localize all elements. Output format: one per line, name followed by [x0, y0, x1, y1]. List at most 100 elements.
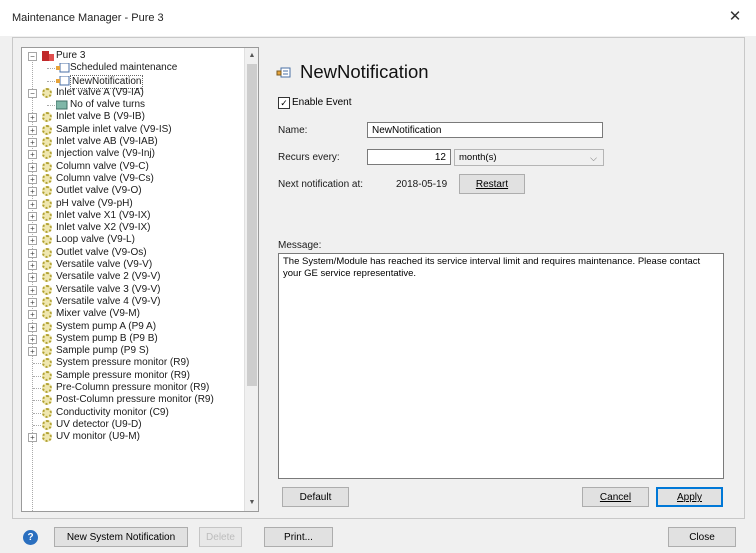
tree-item[interactable]: + System pump B (P9 B) — [22, 333, 244, 345]
tree-item[interactable]: + Loop valve (V9-L) — [22, 234, 244, 246]
print-button[interactable]: Print... — [264, 527, 333, 547]
expand-icon[interactable]: + — [28, 162, 37, 172]
expand-icon[interactable]: + — [28, 211, 37, 221]
recurs-unit-value: month(s) — [459, 152, 497, 163]
tree-item[interactable]: Sample pressure monitor (R9) — [22, 370, 244, 382]
tree-item-label: Inlet valve X1 (V9-IX) — [56, 209, 151, 221]
tree-item[interactable]: + Mixer valve (V9-M) — [22, 308, 244, 320]
tree-item[interactable]: + Outlet valve (V9-Os) — [22, 247, 244, 259]
tree-item[interactable]: + System pump A (P9 A) — [22, 321, 244, 333]
expand-icon[interactable]: + — [28, 310, 37, 320]
expand-icon[interactable]: + — [28, 224, 37, 234]
tree-item[interactable]: + Outlet valve (V9-O) — [22, 185, 244, 197]
gear-icon — [42, 235, 52, 246]
gear-icon — [42, 210, 52, 221]
gear-icon — [42, 321, 52, 332]
tree-item[interactable]: + Versatile valve 4 (V9-V) — [22, 296, 244, 308]
tree-item[interactable]: UV detector (U9-D) — [22, 419, 244, 431]
expand-icon[interactable]: + — [28, 138, 37, 148]
expand-icon[interactable]: + — [28, 347, 37, 357]
tree-item-label: Sample pressure monitor (R9) — [56, 369, 190, 381]
expand-icon[interactable]: + — [28, 334, 37, 344]
tree-scrollbar[interactable]: ▲ ▼ — [244, 48, 258, 511]
tree-item[interactable]: + Versatile valve 2 (V9-V) — [22, 271, 244, 283]
tree-item-label: Inlet valve AB (V9-IAB) — [56, 136, 158, 148]
expand-icon[interactable]: + — [28, 150, 37, 160]
tree-item[interactable]: + Versatile valve (V9-V) — [22, 259, 244, 271]
tree-item-label: Mixer valve (V9-M) — [56, 308, 140, 320]
tree-item[interactable]: + Inlet valve AB (V9-IAB) — [22, 136, 244, 148]
tree-item[interactable]: Conductivity monitor (C9) — [22, 407, 244, 419]
tree-item[interactable]: + UV monitor (U9-M) — [22, 431, 244, 443]
expand-icon[interactable]: + — [28, 433, 37, 443]
close-button[interactable]: Close — [668, 527, 736, 547]
tree-connector — [47, 68, 55, 70]
tree-item-label: System pump B (P9 B) — [56, 332, 158, 344]
tree-item[interactable]: + Column valve (V9-C) — [22, 161, 244, 173]
delete-label: Delete — [206, 532, 235, 543]
cancel-button[interactable]: Cancel — [582, 487, 649, 507]
message-label: Message: — [278, 240, 322, 251]
expand-icon[interactable]: + — [28, 248, 37, 258]
scroll-up-arrow-icon[interactable]: ▲ — [245, 50, 258, 62]
apply-button[interactable]: Apply — [656, 487, 723, 507]
tree-item[interactable]: + Versatile valve 3 (V9-V) — [22, 284, 244, 296]
close-window-button[interactable]: ✕ — [724, 6, 746, 28]
component-tree[interactable]: − Pure 3 Scheduled maintenance NewNotificat… — [21, 47, 259, 512]
expand-icon[interactable]: + — [28, 187, 37, 197]
tree-item[interactable]: + Inlet valve X1 (V9-IX) — [22, 210, 244, 222]
expand-icon[interactable]: + — [28, 297, 37, 307]
details-panel: NewNotification ✓ Enable Event Name: New… — [264, 47, 739, 512]
tree-item[interactable]: No of valve turns — [22, 99, 244, 111]
message-textarea[interactable]: The System/Module has reached its servic… — [278, 253, 724, 479]
expand-icon[interactable]: + — [28, 236, 37, 246]
tree-item[interactable]: + Column valve (V9-Cs) — [22, 173, 244, 185]
tree-item[interactable]: + Inlet valve X2 (V9-IX) — [22, 222, 244, 234]
scroll-thumb[interactable] — [247, 64, 257, 386]
tree-item[interactable]: Scheduled maintenance — [22, 62, 244, 74]
tree-item[interactable]: − Pure 3 — [22, 50, 244, 62]
gear-icon — [42, 161, 52, 172]
expand-icon[interactable]: + — [28, 199, 37, 209]
tree-item[interactable]: − Inlet valve A (V9-IA) — [22, 87, 244, 99]
tree-item[interactable]: + Sample pump (P9 S) — [22, 345, 244, 357]
restart-button[interactable]: Restart — [459, 174, 525, 194]
tree-item[interactable]: + Sample inlet valve (V9-IS) — [22, 124, 244, 136]
collapse-icon[interactable]: − — [28, 88, 37, 98]
tree-item-label: Versatile valve (V9-V) — [56, 259, 153, 271]
default-button[interactable]: Default — [282, 487, 349, 507]
collapse-icon[interactable]: − — [28, 52, 37, 61]
expand-icon[interactable]: + — [28, 113, 37, 123]
scroll-down-arrow-icon[interactable]: ▼ — [245, 497, 258, 509]
restart-label: Restart — [475, 179, 509, 190]
gear-icon — [42, 370, 52, 381]
delete-button[interactable]: Delete — [199, 527, 242, 547]
tree-item-label: Column valve (V9-Cs) — [56, 172, 154, 184]
expand-icon[interactable]: + — [28, 322, 37, 332]
recurs-input[interactable]: 12 — [367, 149, 451, 165]
expand-icon[interactable]: + — [28, 285, 37, 295]
tree-item[interactable]: System pressure monitor (R9) — [22, 357, 244, 369]
close-label: Close — [689, 532, 715, 543]
expand-icon[interactable]: + — [28, 273, 37, 283]
title-bar: Maintenance Manager - Pure 3 ✕ — [0, 0, 756, 36]
new-system-notification-button[interactable]: New System Notification — [54, 527, 188, 547]
tree-item[interactable]: + Inlet valve B (V9-IB) — [22, 111, 244, 123]
recurs-unit-dropdown[interactable]: month(s) ⌵ — [454, 149, 604, 166]
tree-item-label: UV monitor (U9-M) — [56, 431, 140, 443]
name-input[interactable]: NewNotification — [367, 122, 603, 138]
expand-icon[interactable]: + — [28, 261, 37, 271]
tree-item[interactable]: NewNotification — [22, 74, 244, 89]
tree-item[interactable]: + Injection valve (V9-Inj) — [22, 148, 244, 160]
tree-connector — [33, 388, 41, 390]
window-title: Maintenance Manager - Pure 3 — [12, 12, 164, 24]
tree-item[interactable]: Post-Column pressure monitor (R9) — [22, 394, 244, 406]
help-icon[interactable]: ? — [23, 530, 38, 545]
expand-icon[interactable]: + — [28, 125, 37, 135]
expand-icon[interactable]: + — [28, 174, 37, 184]
tree-item[interactable]: Pre-Column pressure monitor (R9) — [22, 382, 244, 394]
notification-bell-icon — [276, 67, 291, 78]
tree-item[interactable]: + pH valve (V9-pH) — [22, 198, 244, 210]
tree-item-label: Post-Column pressure monitor (R9) — [56, 394, 214, 406]
enable-event-checkbox[interactable]: ✓ — [278, 97, 290, 109]
